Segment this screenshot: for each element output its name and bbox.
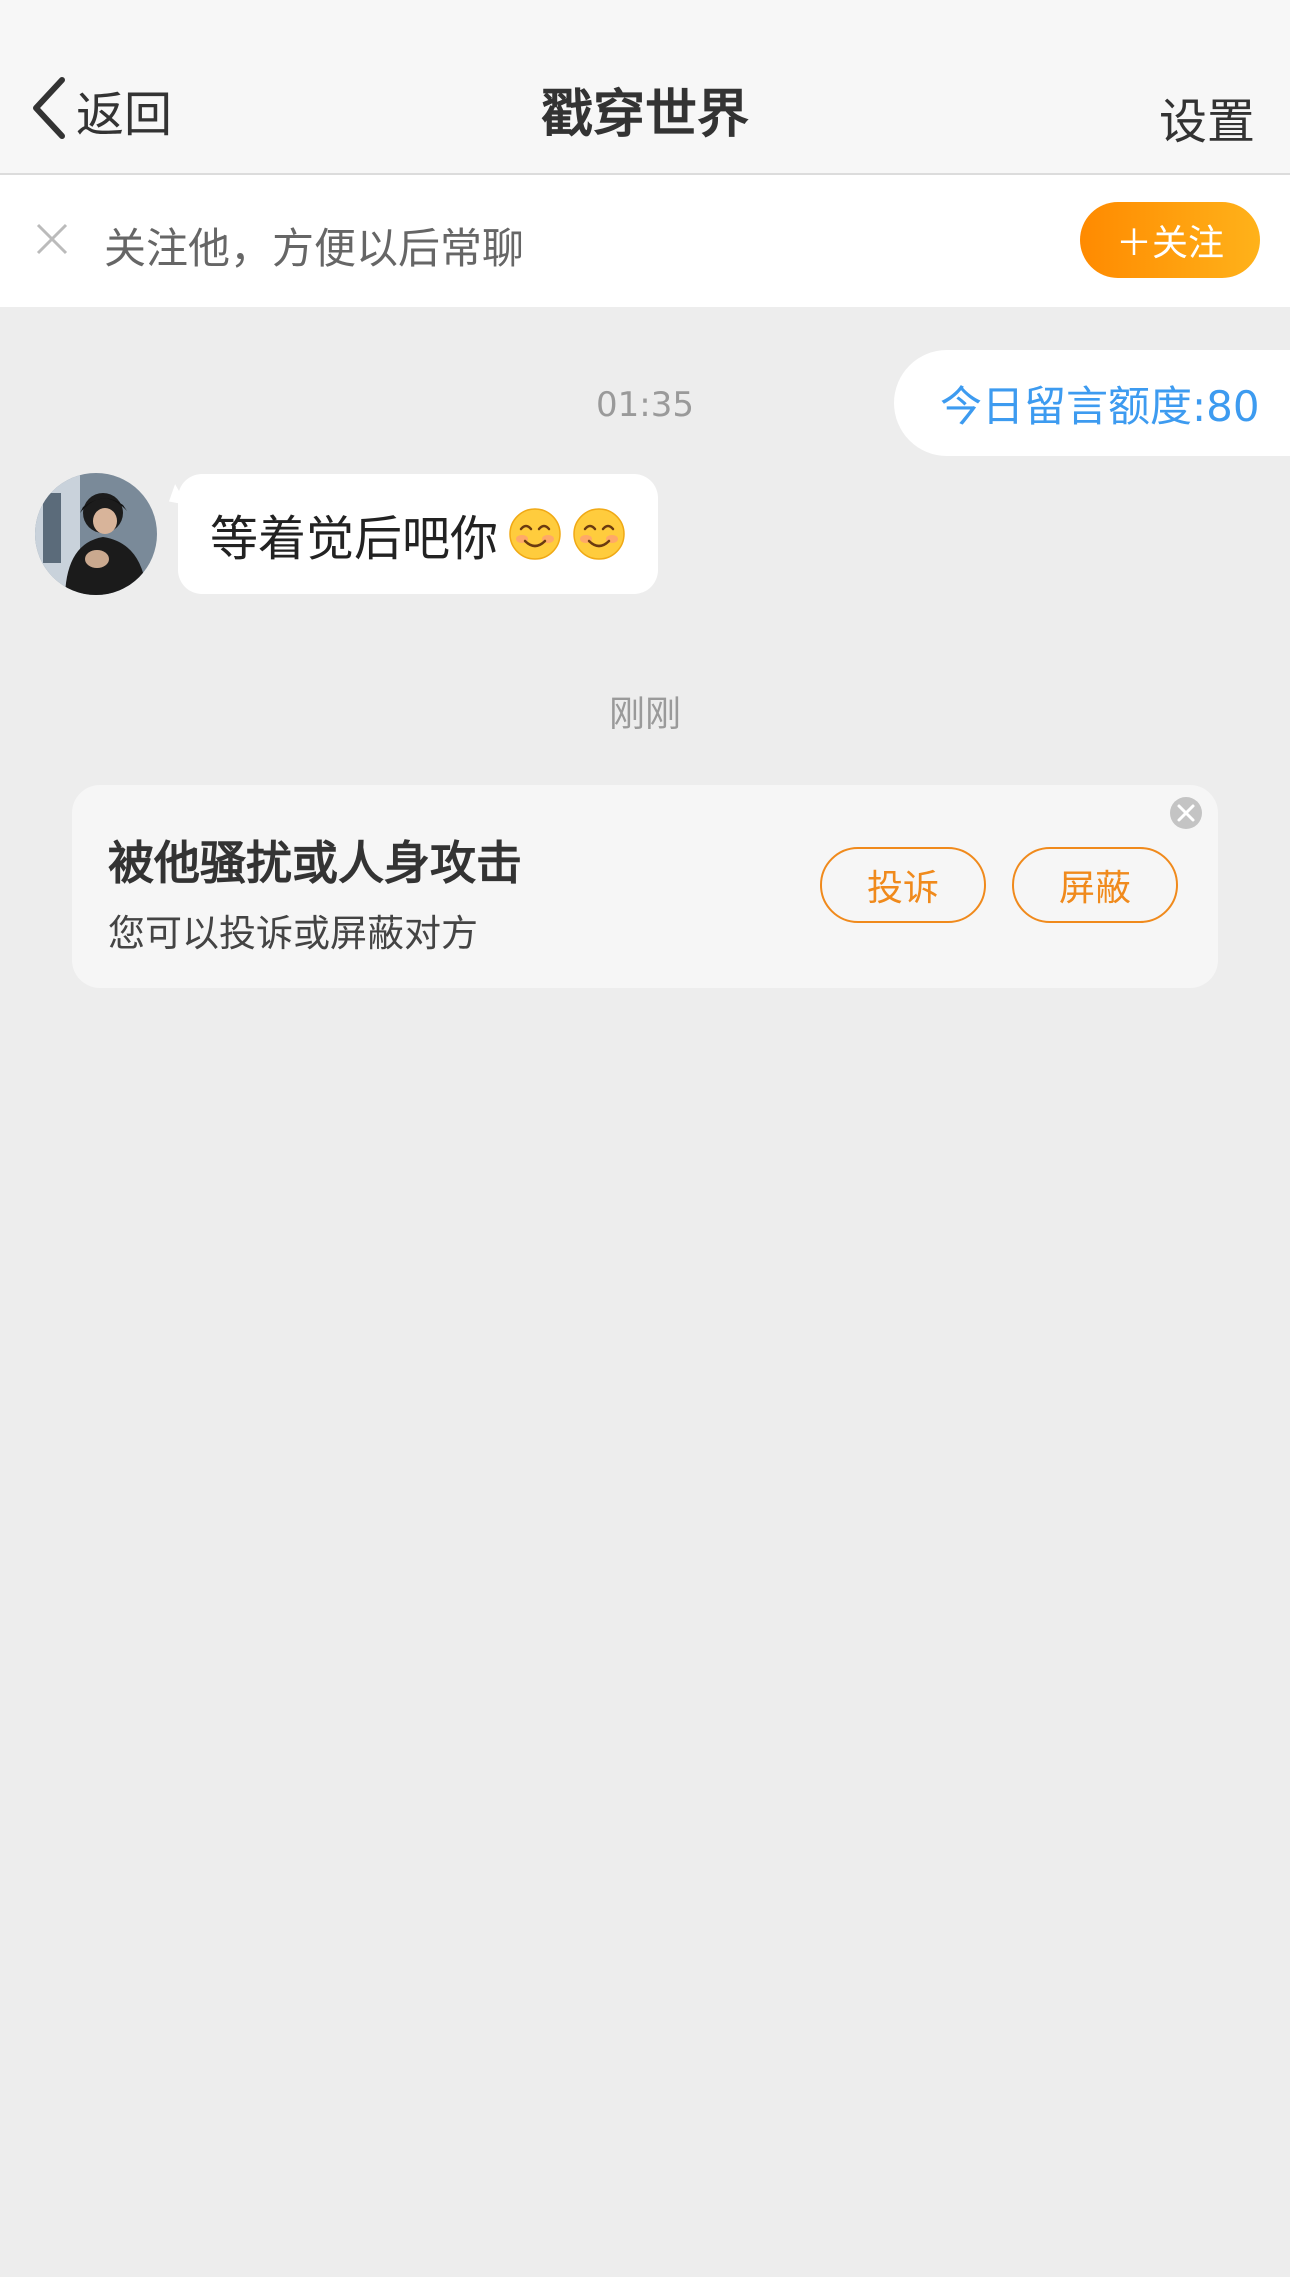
message-timestamp: 01:35 xyxy=(596,385,694,425)
notice-subtitle: 您可以投诉或屏蔽对方 xyxy=(108,912,478,955)
complain-button[interactable]: 投诉 xyxy=(820,847,986,923)
notice-timestamp: 刚刚 xyxy=(608,694,681,735)
page-title: 戳穿世界 xyxy=(540,85,749,145)
smiling-face-icon xyxy=(572,507,626,561)
close-icon[interactable] xyxy=(32,219,72,259)
notice-title: 被他骚扰或人身攻击 xyxy=(108,836,522,890)
avatar[interactable] xyxy=(35,473,157,595)
smiling-face-icon xyxy=(508,507,562,561)
navigation-bar: 返回 戳穿世界 设置 xyxy=(0,0,1290,175)
harassment-notice-card: 被他骚扰或人身攻击 您可以投诉或屏蔽对方 投诉 屏蔽 xyxy=(72,785,1218,988)
chat-message-text: 等着觉后吧你 xyxy=(210,511,499,567)
follow-button[interactable]: ＋关注 xyxy=(1080,202,1260,278)
follow-prompt-text: 关注他，方便以后常聊 xyxy=(104,224,525,273)
settings-button[interactable]: 设置 xyxy=(1159,82,1255,152)
close-circle-icon[interactable] xyxy=(1168,795,1204,831)
chat-message-bubble[interactable]: 等着觉后吧你 xyxy=(178,474,659,594)
block-button[interactable]: 屏蔽 xyxy=(1012,847,1178,923)
follow-suggestion-bar: 关注他，方便以后常聊 ＋关注 xyxy=(0,175,1290,307)
